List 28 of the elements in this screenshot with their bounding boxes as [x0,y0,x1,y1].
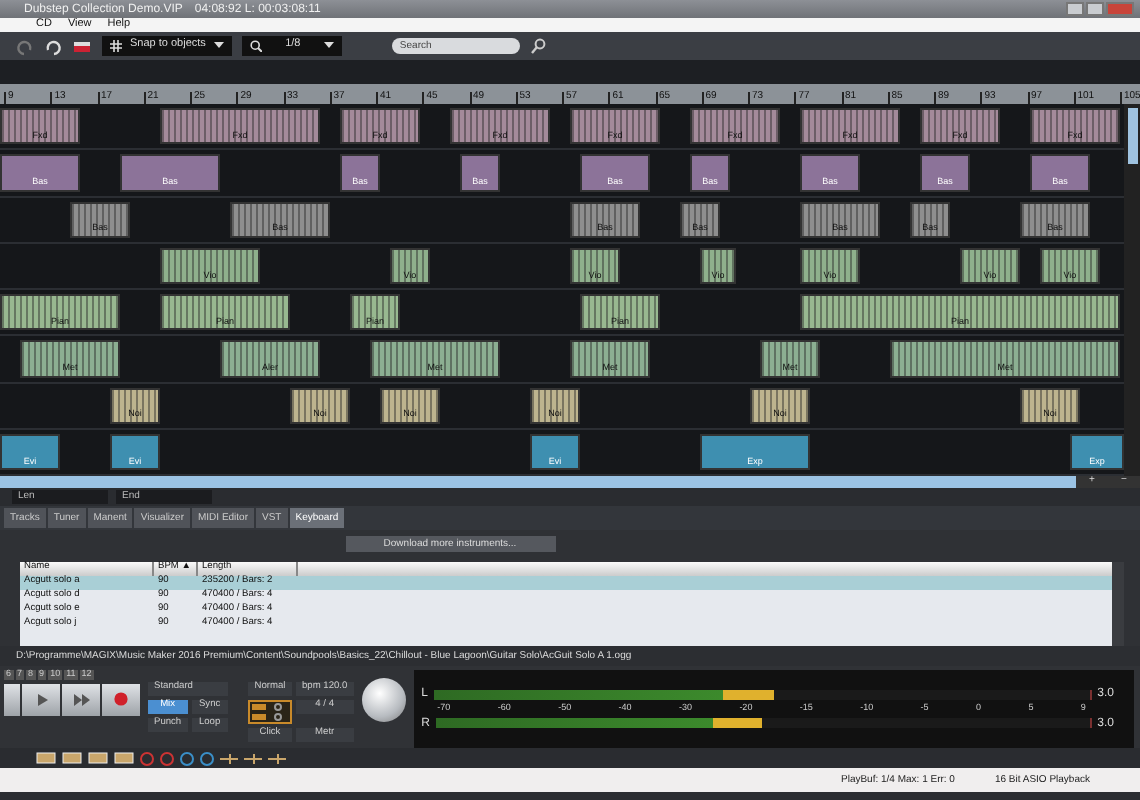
volume-knob[interactable] [361,678,406,722]
caret-icon [323,42,334,50]
circle-icon[interactable] [160,751,174,765]
play-button[interactable] [22,683,60,715]
fast-forward-button[interactable] [62,683,100,715]
grid-icon [110,40,122,52]
record-button[interactable] [102,683,140,715]
zoom-icon [249,40,262,52]
split-icon[interactable] [268,751,286,765]
circle-icon[interactable] [140,751,154,765]
caret-icon [213,42,224,50]
vertical-scrollbar[interactable] [1112,562,1124,646]
circle-icon[interactable] [180,751,194,765]
split-icon[interactable] [220,751,238,765]
play-icon [35,693,47,705]
maximize-button[interactable] [1086,2,1104,16]
stop-button[interactable] [4,683,20,715]
search-icon[interactable] [529,38,546,54]
split-icon[interactable] [244,751,262,765]
vertical-scrollbar[interactable] [1124,104,1140,476]
record-icon [114,692,128,706]
redo-icon[interactable] [44,37,62,55]
undo-icon[interactable] [16,37,34,55]
minimize-button[interactable] [1066,2,1084,16]
circle-icon[interactable] [200,751,214,765]
flag-icon[interactable] [72,39,92,53]
fast-forward-icon [73,693,89,705]
sync-display-icon [248,700,292,724]
